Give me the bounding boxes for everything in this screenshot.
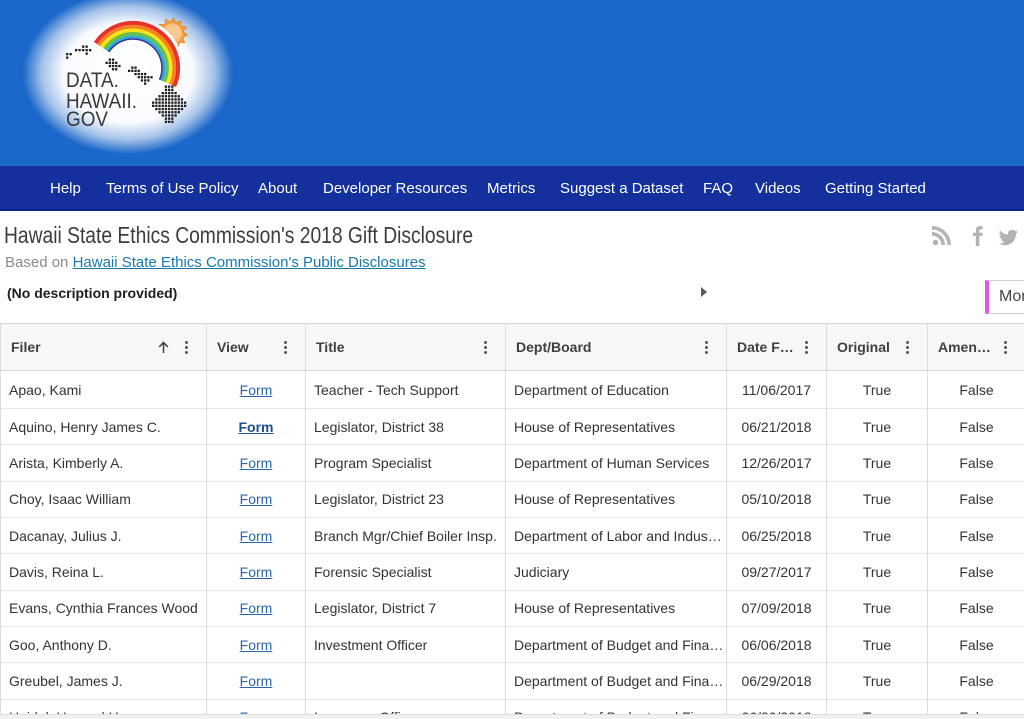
svg-text:GOV: GOV (66, 108, 109, 131)
svg-text:DATA.: DATA. (66, 69, 119, 92)
